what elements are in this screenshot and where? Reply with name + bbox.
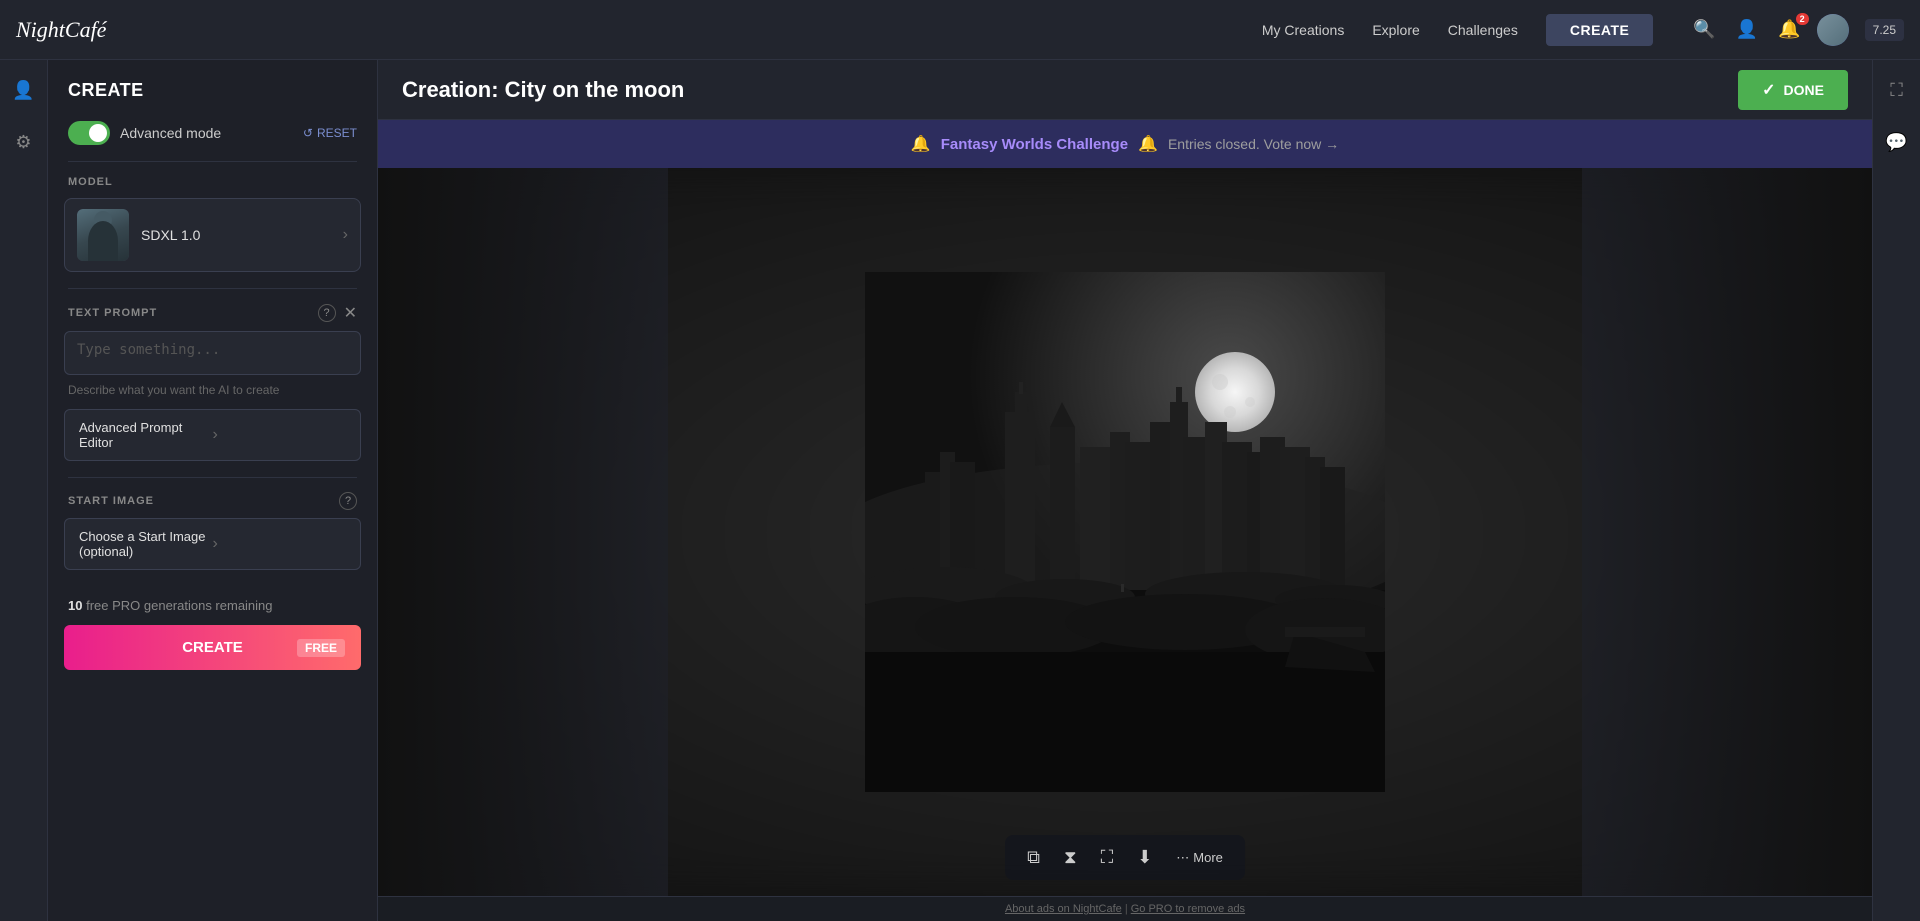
ad-bar: About ads on NightCafe | Go PRO to remov…: [378, 896, 1872, 921]
creation-title: Creation: City on the moon: [402, 77, 1738, 103]
panel-header: CREATE: [48, 60, 377, 113]
profile-icon-button[interactable]: 👤: [1732, 15, 1762, 44]
text-prompt-header: TEXT PROMPT ? ✕: [48, 289, 377, 331]
copy-icon: ⧉: [1027, 847, 1040, 867]
sidebar-settings-button[interactable]: ⚙: [6, 124, 42, 160]
download-icon: ⬇: [1137, 847, 1152, 867]
expand-icon: ⛶: [1101, 847, 1114, 867]
side-blur-left: [378, 168, 668, 896]
main-layout: 👤 ⚙ CREATE Advanced mode ↺ RESET MODEL S…: [0, 60, 1920, 921]
topnav-icons: 🔍 👤 🔔 2 7.25: [1689, 14, 1904, 46]
notification-badge: 2: [1796, 13, 1809, 25]
gear-icon: ⚙: [15, 132, 31, 153]
start-image-label: START IMAGE: [68, 495, 333, 507]
avatar[interactable]: [1817, 14, 1849, 46]
model-name: SDXL 1.0: [141, 227, 331, 243]
chat-icon: 💬: [1885, 132, 1907, 153]
person-icon: 👤: [1736, 19, 1758, 39]
model-thumbnail-image: [77, 209, 129, 261]
prompt-input[interactable]: [64, 331, 361, 375]
challenge-banner: 🔔 Fantasy Worlds Challenge 🔔 Entries clo…: [378, 120, 1872, 168]
start-image-chevron-icon: ›: [213, 535, 347, 553]
challenge-title: Fantasy Worlds Challenge: [941, 136, 1128, 153]
side-blur-right: [1582, 168, 1872, 896]
right-content: Creation: City on the moon DONE 🔔 Fantas…: [378, 60, 1872, 921]
about-ads-link[interactable]: About ads on NightCafe: [1005, 903, 1122, 915]
advanced-mode-row: Advanced mode ↺ RESET: [48, 113, 377, 161]
app-logo: NightCafé: [16, 17, 106, 43]
text-prompt-label: TEXT PROMPT: [68, 307, 312, 319]
creation-header: Creation: City on the moon DONE: [378, 60, 1872, 120]
left-panel: CREATE Advanced mode ↺ RESET MODEL SDXL …: [48, 60, 378, 921]
search-icon: 🔍: [1693, 19, 1715, 39]
model-selector[interactable]: SDXL 1.0 ›: [64, 198, 361, 272]
prompt-hint: Describe what you want the AI to create: [48, 383, 377, 409]
expand-button[interactable]: ⛶: [1091, 841, 1124, 874]
challenge-vote-link[interactable]: Entries closed. Vote now →: [1168, 136, 1339, 152]
sidebar-profile-button[interactable]: 👤: [6, 72, 42, 108]
reset-icon: ↺: [303, 126, 313, 140]
advanced-prompt-editor-button[interactable]: Advanced Prompt Editor ›: [64, 409, 361, 461]
profile-icon: 👤: [12, 80, 34, 101]
right-sidebar: ⛶ 💬: [1872, 60, 1920, 921]
more-button[interactable]: ⋯ More: [1166, 844, 1233, 872]
topnav: NightCafé My Creations Explore Challenge…: [0, 0, 1920, 60]
challenge-icon-left: 🔔: [911, 134, 931, 154]
notifications-button[interactable]: 🔔 2: [1774, 15, 1804, 44]
toggle-knob: [89, 124, 107, 142]
free-remaining-text: 10 free PRO generations remaining: [48, 586, 377, 621]
go-pro-link[interactable]: Go PRO to remove ads: [1131, 903, 1245, 915]
nav-challenges[interactable]: Challenges: [1448, 22, 1518, 38]
main-image-container: [865, 168, 1385, 896]
cityscape-image: [865, 272, 1385, 792]
start-image-help-icon[interactable]: ?: [339, 492, 357, 510]
icon-sidebar: 👤 ⚙: [0, 60, 48, 921]
start-image-header: START IMAGE ?: [48, 478, 377, 518]
clear-prompt-icon[interactable]: ✕: [344, 303, 357, 323]
topnav-links: My Creations Explore Challenges CREATE: [1262, 14, 1654, 46]
model-thumbnail: [77, 209, 129, 261]
challenge-icon-right: 🔔: [1138, 134, 1158, 154]
chevron-right-icon: ›: [343, 226, 348, 244]
nav-my-creations[interactable]: My Creations: [1262, 22, 1344, 38]
timer-button[interactable]: ⧗: [1054, 841, 1087, 874]
search-button[interactable]: 🔍: [1689, 15, 1719, 44]
advanced-mode-label: Advanced mode: [120, 125, 221, 141]
topnav-create-button[interactable]: CREATE: [1546, 14, 1654, 46]
avatar-image: [1817, 14, 1849, 46]
expand-panel-button[interactable]: ⛶: [1879, 72, 1915, 108]
expand-panel-icon: ⛶: [1890, 80, 1903, 101]
model-section-label: MODEL: [48, 162, 377, 198]
chat-button[interactable]: 💬: [1879, 124, 1915, 160]
credits-display: 7.25: [1865, 19, 1904, 41]
free-tag: FREE: [297, 639, 345, 657]
copy-button[interactable]: ⧉: [1017, 841, 1050, 874]
nav-explore[interactable]: Explore: [1372, 22, 1419, 38]
create-free-button[interactable]: CREATE FREE: [64, 625, 361, 670]
advanced-mode-toggle[interactable]: [68, 121, 110, 145]
timer-icon: ⧗: [1064, 847, 1077, 867]
more-dots-icon: ⋯: [1176, 850, 1189, 866]
text-prompt-help-icon[interactable]: ?: [318, 304, 336, 322]
advanced-prompt-chevron-icon: ›: [213, 426, 347, 444]
reset-button[interactable]: ↺ RESET: [303, 126, 357, 140]
download-button[interactable]: ⬇: [1127, 841, 1162, 874]
image-toolbar: ⧉ ⧗ ⛶ ⬇ ⋯ More: [1005, 835, 1245, 880]
start-image-button[interactable]: Choose a Start Image (optional) ›: [64, 518, 361, 570]
image-viewer: ⧉ ⧗ ⛶ ⬇ ⋯ More: [378, 168, 1872, 896]
done-button[interactable]: DONE: [1738, 70, 1848, 110]
